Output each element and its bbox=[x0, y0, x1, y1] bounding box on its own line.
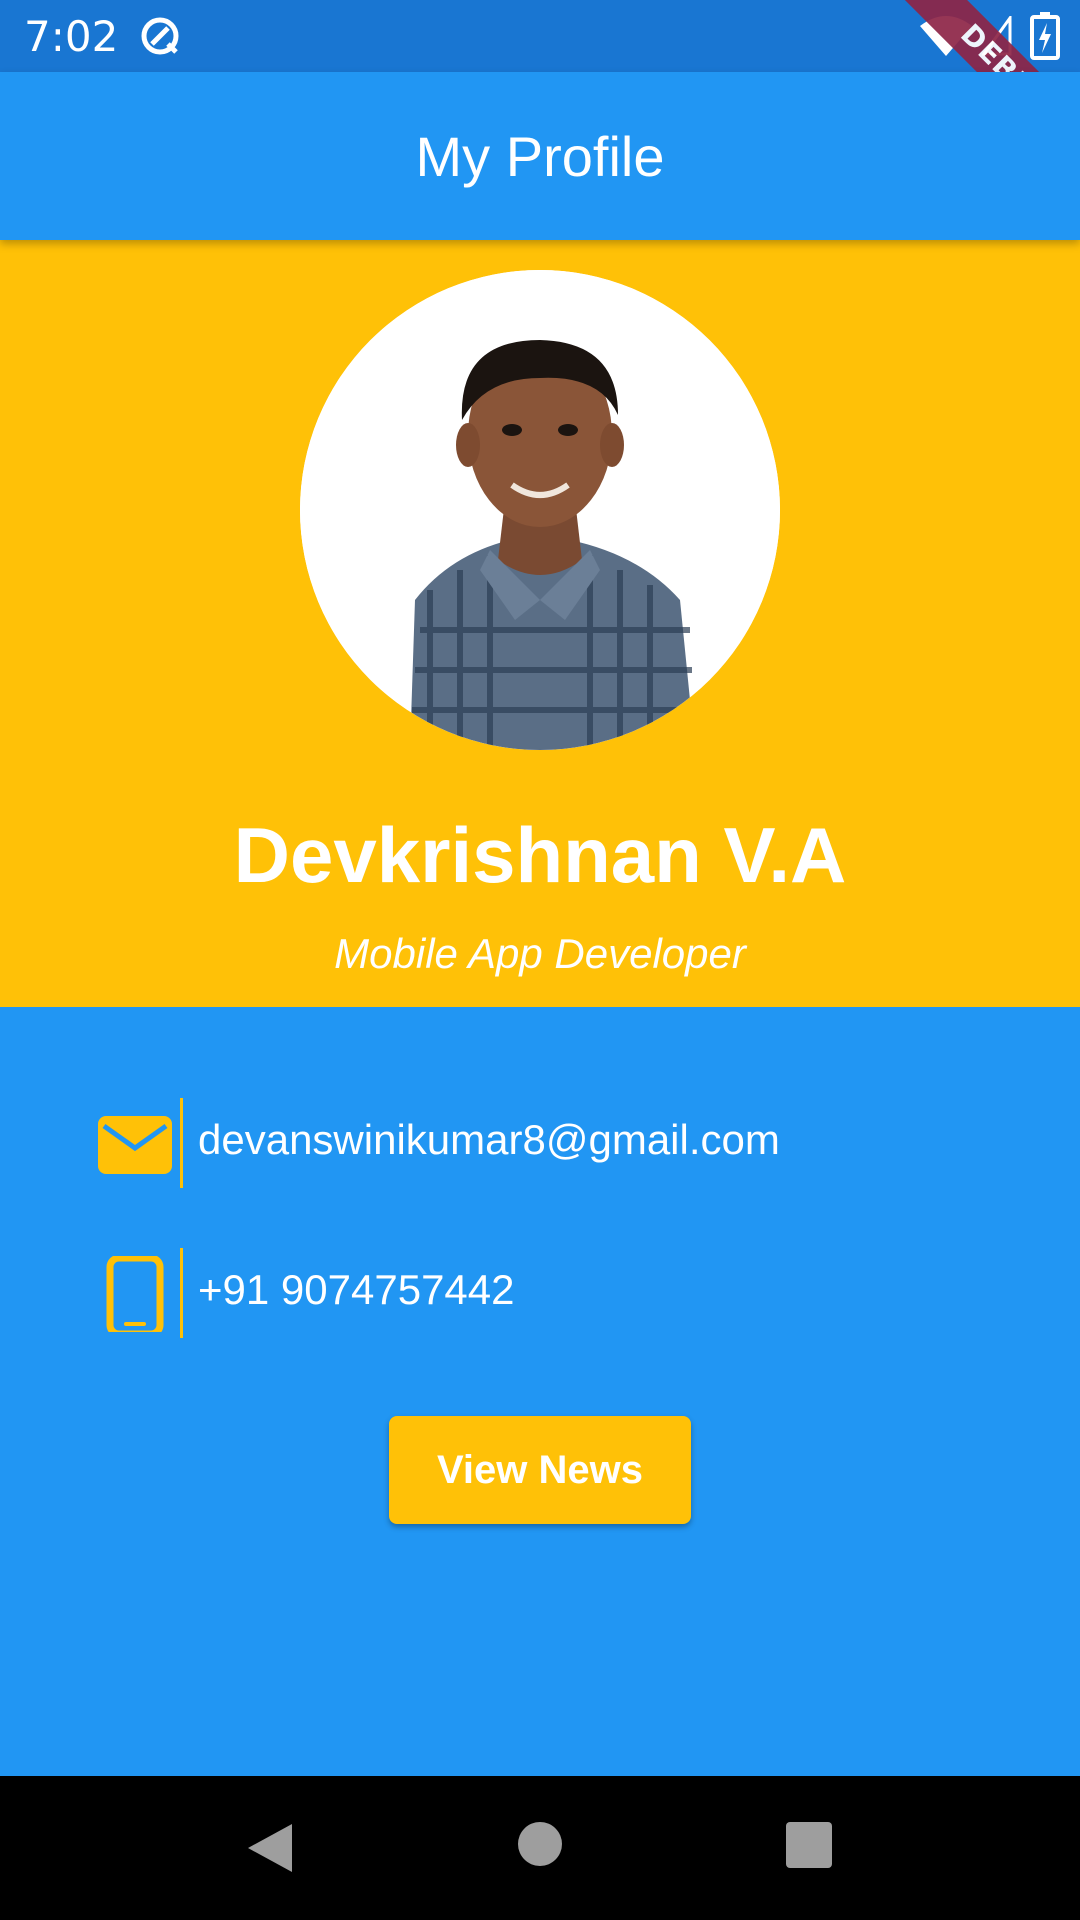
profile-role: Mobile App Developer bbox=[334, 930, 746, 977]
avatar bbox=[300, 270, 780, 750]
app-bar: My Profile bbox=[0, 72, 1080, 240]
profile-header: Devkrishnan V.A Mobile App Developer bbox=[0, 240, 1080, 1007]
recents-icon[interactable] bbox=[786, 1822, 832, 1868]
back-icon[interactable] bbox=[244, 1822, 294, 1874]
contact-divider bbox=[180, 1248, 183, 1338]
navigation-bar bbox=[0, 1776, 1080, 1920]
home-icon[interactable] bbox=[518, 1822, 562, 1866]
mail-icon bbox=[98, 1116, 172, 1174]
view-news-button[interactable]: View News bbox=[389, 1416, 691, 1524]
page-title: My Profile bbox=[415, 125, 665, 188]
profile-photo bbox=[300, 270, 780, 750]
phone-row[interactable]: +91 9074757442 bbox=[96, 1248, 896, 1338]
battery-charging-icon bbox=[1030, 12, 1060, 60]
contact-divider bbox=[180, 1098, 183, 1188]
email-text: devanswinikumar8@gmail.com bbox=[198, 1116, 780, 1163]
profile-name: Devkrishnan V.A bbox=[233, 811, 847, 899]
notification-icon bbox=[141, 17, 179, 55]
status-time: 7:02 bbox=[24, 12, 119, 61]
email-row[interactable]: devanswinikumar8@gmail.com bbox=[96, 1098, 896, 1188]
phone-icon bbox=[106, 1256, 164, 1332]
phone-text: +91 9074757442 bbox=[198, 1266, 515, 1313]
